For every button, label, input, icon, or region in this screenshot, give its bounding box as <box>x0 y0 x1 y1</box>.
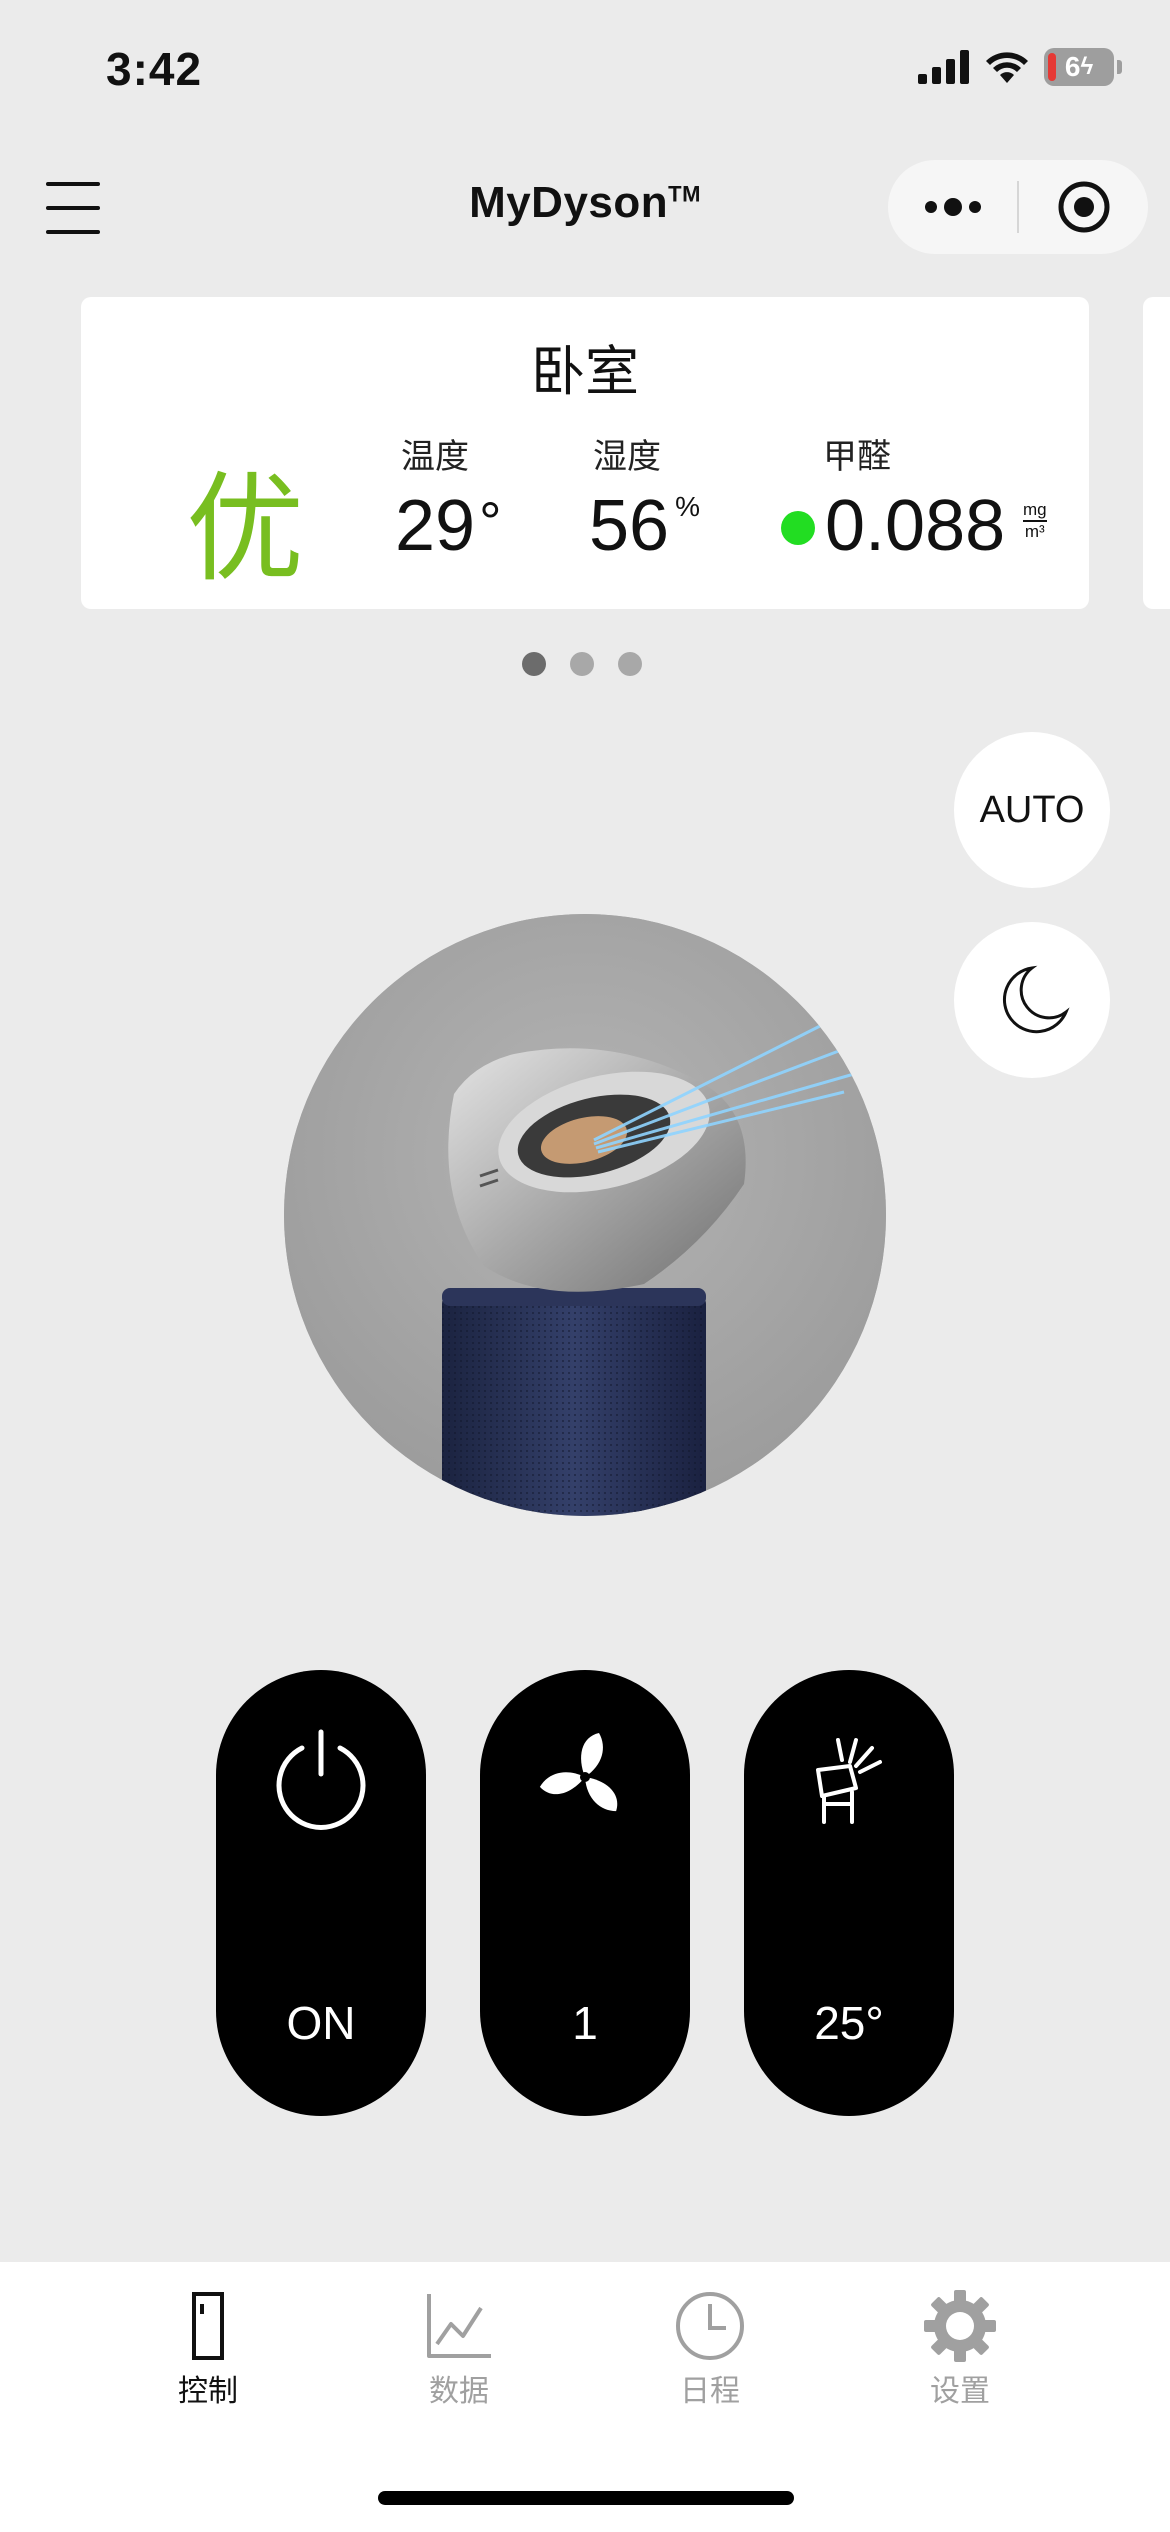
more-button[interactable] <box>888 160 1017 254</box>
tab-settings[interactable]: 设置 <box>860 2262 1060 2422</box>
app-title-text: MyDyson <box>469 178 669 227</box>
fan-speed-label: 1 <box>572 1997 598 2049</box>
humidity-value: 56 <box>589 486 670 566</box>
tab-control-label: 控制 <box>178 2374 238 2409</box>
tab-data[interactable]: 数据 <box>359 2262 559 2422</box>
device-icon <box>108 2286 308 2366</box>
tab-control[interactable]: 控制 <box>108 2262 308 2422</box>
miniprogram-capsule <box>888 160 1148 254</box>
power-label: ON <box>286 1997 356 2049</box>
auto-mode-label: AUTO <box>979 788 1085 831</box>
temperature-unit: ° <box>479 490 502 553</box>
temperature-value: 29 <box>395 486 476 566</box>
oscillation-label: 25° <box>814 1997 884 2049</box>
unit-numerator: mg <box>1023 500 1047 519</box>
close-miniprogram-button[interactable] <box>1019 160 1148 254</box>
temperature-reading: 29° <box>395 485 502 567</box>
trademark-mark: TM <box>668 181 701 207</box>
room-name: 卧室 <box>531 340 639 403</box>
fan-speed-control[interactable]: 1 <box>480 1670 690 2116</box>
power-icon <box>216 1722 426 1832</box>
humidity-reading: 56% <box>589 485 700 567</box>
tab-schedule[interactable]: 日程 <box>610 2262 810 2422</box>
formaldehyde-reading: 0.088 <box>825 485 1005 567</box>
device-image <box>284 914 886 1516</box>
power-control[interactable]: ON <box>216 1670 426 2116</box>
cellular-signal-icon <box>918 50 969 84</box>
wifi-icon <box>986 52 1028 83</box>
battery-icon: 6 ϟ <box>1044 48 1122 86</box>
tab-settings-label: 设置 <box>930 2374 990 2409</box>
formaldehyde-unit: mg m³ <box>1023 501 1047 541</box>
formaldehyde-value: 0.088 <box>825 486 1006 566</box>
home-indicator[interactable] <box>378 2491 794 2505</box>
air-quality-label: 优 <box>186 460 305 598</box>
moon-icon <box>1002 965 1070 1034</box>
gear-icon <box>860 2286 1060 2366</box>
formaldehyde-status-dot <box>781 511 815 545</box>
clock-icon <box>610 2286 810 2366</box>
pager-dot[interactable] <box>570 652 594 676</box>
pager-dot[interactable] <box>522 652 546 676</box>
night-mode-button[interactable] <box>954 922 1110 1078</box>
target-circle-icon <box>1058 181 1109 233</box>
fan-icon <box>480 1722 690 1832</box>
auto-mode-button[interactable]: AUTO <box>954 732 1110 888</box>
humidity-unit: % <box>675 491 700 522</box>
humidity-label: 湿度 <box>593 437 661 477</box>
card-pager <box>522 652 642 676</box>
tab-schedule-label: 日程 <box>680 2374 740 2409</box>
purifier-illustration <box>284 914 886 1516</box>
chart-icon <box>359 2286 559 2366</box>
room-card[interactable]: 卧室 优 温度 29° 湿度 56% 甲醛 0.088 mg m³ <box>81 297 1089 609</box>
temperature-label: 温度 <box>401 437 469 477</box>
status-time: 3:42 <box>106 43 203 95</box>
next-room-card-peek[interactable] <box>1143 297 1170 609</box>
battery-level: 6 <box>1064 51 1081 82</box>
tilt-lamp-icon <box>744 1722 954 1832</box>
status-icons: 6 ϟ <box>918 48 1122 86</box>
more-dots-icon <box>924 198 981 216</box>
oscillation-control[interactable]: 25° <box>744 1670 954 2116</box>
unit-denominator: m³ <box>1024 522 1045 541</box>
formaldehyde-label: 甲醛 <box>823 437 891 477</box>
pager-dot[interactable] <box>618 652 642 676</box>
tab-data-label: 数据 <box>429 2374 489 2409</box>
